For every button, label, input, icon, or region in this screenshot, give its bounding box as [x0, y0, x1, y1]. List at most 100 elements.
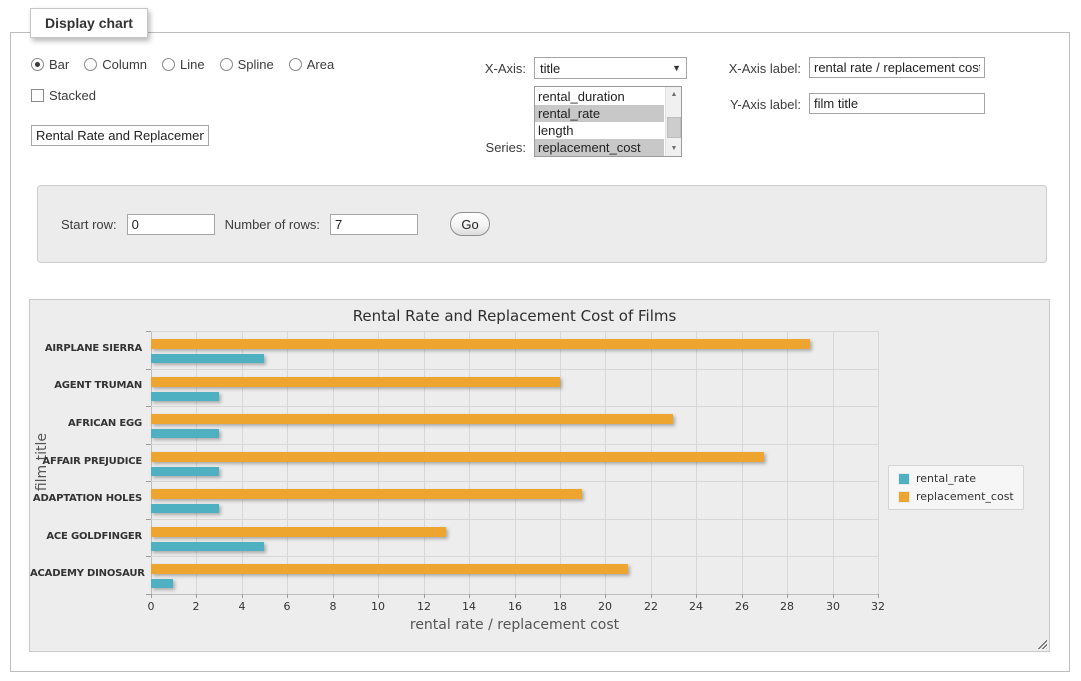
bar-rental_rate[interactable] [151, 392, 219, 401]
y-tick-mark [146, 594, 151, 595]
y-axis-label-label: Y-Axis label: [696, 97, 801, 112]
gridline-vertical [742, 331, 743, 594]
series-option-replacement_cost[interactable]: replacement_cost [535, 139, 664, 156]
radio-icon-area[interactable] [289, 58, 302, 71]
x-tick-label: 0 [136, 600, 166, 613]
legend-swatch-rental_rate [898, 473, 910, 485]
bar-replacement_cost[interactable] [151, 414, 673, 424]
series-listbox[interactable]: rental_durationrental_ratelengthreplacem… [534, 86, 682, 157]
bar-replacement_cost[interactable] [151, 489, 582, 499]
chart-type-radio-area[interactable]: Area [289, 57, 334, 72]
bar-rental_rate[interactable] [151, 504, 219, 513]
x-tick-label: 14 [454, 600, 484, 613]
x-tick-mark [196, 594, 197, 598]
x-tick-mark [833, 594, 834, 598]
x-axis-label-label: X-Axis label: [696, 61, 801, 76]
chart-type-radio-label: Area [307, 57, 334, 72]
start-row-input[interactable] [127, 214, 215, 235]
chart-type-radio-column[interactable]: Column [84, 57, 147, 72]
x-tick-label: 6 [272, 600, 302, 613]
chart-title-input[interactable] [31, 125, 209, 146]
chart-type-radio-group: Bar Column Line Spline Area [31, 57, 334, 72]
gridline-vertical [696, 331, 697, 594]
chevron-down-icon: ▼ [672, 63, 681, 73]
gridline-vertical [196, 331, 197, 594]
chart-type-radio-bar[interactable]: Bar [31, 57, 69, 72]
x-tick-label: 20 [590, 600, 620, 613]
legend-item-replacement_cost[interactable]: replacement_cost [898, 490, 1014, 503]
x-axis-select[interactable]: title ▼ [534, 57, 687, 79]
y-tick-mark [146, 519, 151, 520]
chart-type-radio-spline[interactable]: Spline [220, 57, 274, 72]
x-tick-mark [878, 594, 879, 598]
chart-type-radio-line[interactable]: Line [162, 57, 205, 72]
radio-icon-line[interactable] [162, 58, 175, 71]
x-tick-mark [287, 594, 288, 598]
bar-replacement_cost[interactable] [151, 527, 446, 537]
x-tick-mark [515, 594, 516, 598]
resize-grip-icon[interactable] [1036, 638, 1047, 649]
series-option-rental_rate[interactable]: rental_rate [535, 105, 664, 122]
x-tick-label: 8 [318, 600, 348, 613]
gridline-vertical [424, 331, 425, 594]
category-label: ACADEMY DINOSAUR [30, 568, 142, 579]
bar-rental_rate[interactable] [151, 542, 264, 551]
legend-label: rental_rate [916, 472, 976, 485]
series-options: rental_durationrental_ratelengthreplacem… [535, 88, 664, 156]
x-tick-label: 30 [818, 600, 848, 613]
gridline-vertical [560, 331, 561, 594]
bar-rental_rate[interactable] [151, 579, 173, 588]
series-option-rental_duration[interactable]: rental_duration [535, 88, 664, 105]
bar-rental_rate[interactable] [151, 354, 264, 363]
gridline-horizontal [151, 331, 878, 332]
bar-rental_rate[interactable] [151, 429, 219, 438]
x-axis-label-input[interactable] [809, 57, 985, 78]
scrollbar-thumb[interactable] [667, 117, 681, 138]
gridline-vertical [242, 331, 243, 594]
x-tick-mark [333, 594, 334, 598]
y-tick-mark [146, 369, 151, 370]
go-button[interactable]: Go [450, 212, 490, 236]
stacked-checkbox[interactable]: Stacked [31, 88, 96, 103]
num-rows-input[interactable] [330, 214, 418, 235]
legend-item-rental_rate[interactable]: rental_rate [898, 472, 1014, 485]
y-axis-label-input[interactable] [809, 93, 985, 114]
stacked-checkbox-box[interactable] [31, 89, 44, 102]
y-tick-mark [146, 556, 151, 557]
scroll-up-icon[interactable]: ▲ [666, 87, 682, 102]
plot-area [151, 331, 878, 594]
chart: Rental Rate and Replacement Cost of Film… [29, 299, 1050, 652]
category-label: ADAPTATION HOLES [30, 493, 142, 504]
x-axis-select-value: title [540, 61, 560, 76]
bar-replacement_cost[interactable] [151, 564, 628, 574]
radio-icon-column[interactable] [84, 58, 97, 71]
x-tick-label: 4 [227, 600, 257, 613]
gridline-horizontal [151, 369, 878, 370]
scroll-down-icon[interactable]: ▼ [666, 141, 682, 156]
radio-icon-spline[interactable] [220, 58, 233, 71]
x-tick-label: 18 [545, 600, 575, 613]
category-label: AGENT TRUMAN [30, 380, 142, 391]
listbox-scrollbar[interactable]: ▲ ▼ [665, 87, 681, 156]
gridline-vertical [333, 331, 334, 594]
y-tick-mark [146, 481, 151, 482]
chart-type-radio-label: Spline [238, 57, 274, 72]
bar-rental_rate[interactable] [151, 467, 219, 476]
gridline-vertical [515, 331, 516, 594]
radio-icon-bar[interactable] [31, 58, 44, 71]
gridline-vertical [787, 331, 788, 594]
gridline-vertical [651, 331, 652, 594]
legend-swatch-replacement_cost [898, 491, 910, 503]
bar-replacement_cost[interactable] [151, 452, 764, 462]
chart-legend: rental_rate replacement_cost [888, 465, 1024, 510]
x-tick-mark [242, 594, 243, 598]
gridline-vertical [878, 331, 879, 594]
bar-replacement_cost[interactable] [151, 377, 560, 387]
bar-replacement_cost[interactable] [151, 339, 810, 349]
gridline-vertical [378, 331, 379, 594]
gridline-horizontal [151, 481, 878, 482]
series-option-length[interactable]: length [535, 122, 664, 139]
x-tick-mark [651, 594, 652, 598]
y-tick-mark [146, 444, 151, 445]
x-tick-label: 16 [500, 600, 530, 613]
